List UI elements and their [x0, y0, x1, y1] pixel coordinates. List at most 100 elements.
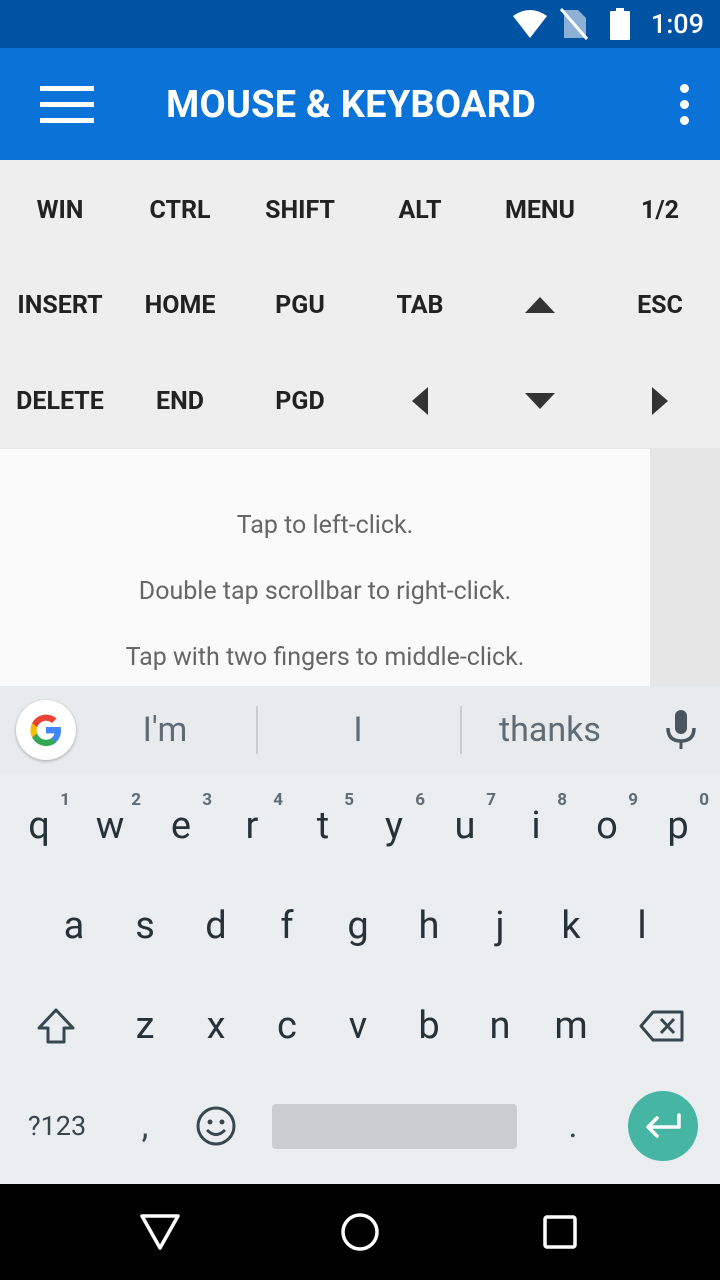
- suggestion-2[interactable]: I: [270, 706, 446, 754]
- key-p[interactable]: p0: [643, 776, 713, 876]
- key-e-label: e: [170, 804, 192, 848]
- key-o-label: o: [596, 804, 618, 848]
- soft-keyboard: I'm I thanks q1 w2 e3 r4 t5 y6 u7 i8 o9 …: [0, 686, 720, 1184]
- key-q-hint: 1: [60, 790, 70, 810]
- key-o[interactable]: o9: [572, 776, 642, 876]
- key-alt[interactable]: ALT: [360, 162, 480, 258]
- key-r-hint: 4: [273, 790, 283, 810]
- symbols-key[interactable]: ?123: [10, 1091, 104, 1161]
- suggestion-divider: [460, 706, 462, 754]
- key-insert[interactable]: INSERT: [0, 257, 120, 353]
- key-home[interactable]: HOME: [120, 257, 240, 353]
- key-d[interactable]: d: [181, 876, 251, 976]
- battery-icon: [610, 8, 630, 44]
- key-r[interactable]: r4: [217, 776, 287, 876]
- recents-icon[interactable]: [538, 1210, 582, 1254]
- key-m[interactable]: m: [536, 976, 606, 1076]
- key-s[interactable]: s: [110, 876, 180, 976]
- key-y-label: y: [385, 804, 403, 848]
- key-c[interactable]: c: [252, 976, 322, 1076]
- wifi-icon: [512, 8, 548, 44]
- key-r-label: r: [245, 804, 259, 848]
- google-icon[interactable]: [16, 700, 76, 760]
- key-win[interactable]: WIN: [0, 162, 120, 258]
- key-t[interactable]: t5: [288, 776, 358, 876]
- key-b[interactable]: b: [394, 976, 464, 1076]
- key-t-hint: 5: [344, 790, 354, 810]
- key-h[interactable]: h: [394, 876, 464, 976]
- key-q-label: q: [28, 804, 50, 848]
- key-w-hint: 2: [131, 790, 141, 810]
- key-x[interactable]: x: [181, 976, 251, 1076]
- key-shift[interactable]: SHIFT: [240, 162, 360, 258]
- key-e[interactable]: e3: [146, 776, 216, 876]
- key-u[interactable]: u7: [430, 776, 500, 876]
- special-keys-panel: WIN CTRL SHIFT ALT MENU 1/2 INSERT HOME …: [0, 160, 720, 448]
- page-title: MOUSE & KEYBOARD: [166, 83, 537, 127]
- arrow-right-icon[interactable]: [600, 353, 720, 449]
- suggestion-3[interactable]: thanks: [470, 706, 630, 754]
- hamburger-menu-icon[interactable]: [40, 86, 94, 124]
- key-page-toggle[interactable]: 1/2: [600, 162, 720, 258]
- space-bar[interactable]: [272, 1104, 517, 1149]
- hint-left-click: Tap to left-click.: [236, 511, 414, 540]
- key-w[interactable]: w2: [75, 776, 145, 876]
- no-sim-icon: [559, 8, 589, 44]
- back-icon[interactable]: [138, 1210, 182, 1254]
- microphone-icon[interactable]: [664, 708, 698, 752]
- scrollbar[interactable]: [650, 448, 720, 686]
- key-delete[interactable]: DELETE: [0, 353, 120, 449]
- period-key[interactable]: .: [548, 1091, 598, 1161]
- enter-icon[interactable]: [628, 1091, 698, 1161]
- key-q[interactable]: q1: [4, 776, 74, 876]
- key-p-label: p: [667, 804, 689, 848]
- key-i-label: i: [531, 804, 541, 848]
- key-page-up[interactable]: PGU: [240, 257, 360, 353]
- key-v[interactable]: v: [323, 976, 393, 1076]
- key-g[interactable]: g: [323, 876, 393, 976]
- backspace-icon[interactable]: [630, 976, 694, 1076]
- suggestion-divider: [256, 706, 258, 754]
- key-o-hint: 9: [628, 790, 638, 810]
- key-esc[interactable]: ESC: [600, 257, 720, 353]
- touchpad-area[interactable]: Tap to left-click. Double tap scrollbar …: [0, 448, 650, 686]
- status-time: 1:09: [650, 8, 704, 40]
- arrow-up-icon[interactable]: [480, 257, 600, 353]
- key-page-down[interactable]: PGD: [240, 353, 360, 449]
- key-w-label: w: [95, 804, 125, 848]
- key-y-hint: 6: [415, 790, 425, 810]
- arrow-left-icon[interactable]: [360, 353, 480, 449]
- key-z[interactable]: z: [110, 976, 180, 1076]
- status-bar: 1:09: [0, 0, 720, 48]
- key-e-hint: 3: [202, 790, 212, 810]
- arrow-down-icon[interactable]: [480, 353, 600, 449]
- key-y[interactable]: y6: [359, 776, 429, 876]
- more-vertical-icon[interactable]: [674, 84, 694, 126]
- key-j[interactable]: j: [465, 876, 535, 976]
- key-f[interactable]: f: [252, 876, 322, 976]
- suggestion-strip: I'm I thanks: [0, 686, 720, 774]
- app-bar: MOUSE & KEYBOARD: [0, 48, 720, 160]
- key-i-hint: 8: [557, 790, 567, 810]
- key-p-hint: 0: [699, 790, 709, 810]
- suggestion-1[interactable]: I'm: [90, 706, 240, 754]
- key-i[interactable]: i8: [501, 776, 571, 876]
- key-t-label: t: [316, 804, 330, 848]
- key-ctrl[interactable]: CTRL: [120, 162, 240, 258]
- key-k[interactable]: k: [536, 876, 606, 976]
- key-tab[interactable]: TAB: [360, 257, 480, 353]
- key-menu[interactable]: MENU: [480, 162, 600, 258]
- key-u-hint: 7: [486, 790, 496, 810]
- key-l[interactable]: l: [607, 876, 677, 976]
- key-n[interactable]: n: [465, 976, 535, 1076]
- emoji-icon[interactable]: [190, 1091, 242, 1161]
- shift-icon[interactable]: [20, 976, 92, 1076]
- key-end[interactable]: END: [120, 353, 240, 449]
- system-nav-bar: [0, 1184, 720, 1280]
- key-u-label: u: [454, 804, 476, 848]
- hint-middle-click: Tap with two fingers to middle-click.: [125, 643, 525, 672]
- comma-key[interactable]: ,: [120, 1091, 170, 1161]
- key-a[interactable]: a: [39, 876, 109, 976]
- hint-right-click: Double tap scrollbar to right-click.: [138, 577, 512, 606]
- home-icon[interactable]: [338, 1210, 382, 1254]
